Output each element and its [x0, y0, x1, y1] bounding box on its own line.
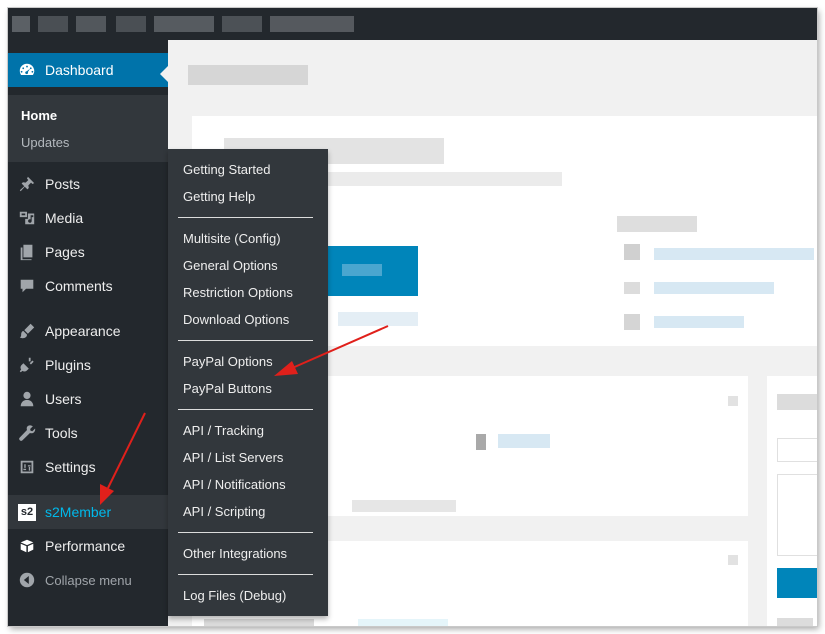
- flyout-item-download-options[interactable]: Download Options: [183, 312, 289, 327]
- dashboard-icon: [17, 60, 37, 80]
- admin-bar: [8, 8, 817, 40]
- menu-item-settings[interactable]: Settings: [8, 450, 168, 484]
- menu-label-tools: Tools: [45, 425, 78, 441]
- blurred-bar-item: [76, 16, 106, 32]
- flyout-item-general-options[interactable]: General Options: [183, 258, 278, 273]
- menu-label-performance: Performance: [45, 538, 126, 554]
- window-frame: Dashboard Home Updates Posts Media Pages…: [8, 8, 817, 626]
- s2member-icon: s2: [17, 502, 37, 522]
- menu-label-pages: Pages: [45, 244, 85, 260]
- collapse-menu-button[interactable]: Collapse menu: [8, 563, 168, 597]
- blurred-customize-button[interactable]: [322, 246, 418, 296]
- blurred-page-title: [188, 65, 308, 85]
- flyout-item-multisite-config[interactable]: Multisite (Config): [183, 231, 281, 246]
- blurred-date-text: [204, 619, 314, 626]
- menu-item-dashboard[interactable]: Dashboard: [8, 53, 168, 87]
- pages-icon: [17, 242, 37, 262]
- blurred-column-heading: [617, 216, 697, 232]
- blurred-content-input[interactable]: [777, 474, 817, 556]
- comments-icon: [17, 276, 37, 296]
- menu-label-settings: Settings: [45, 459, 96, 475]
- menu-item-users[interactable]: Users: [8, 382, 168, 416]
- dashboard-submenu: Home Updates: [8, 95, 168, 162]
- appearance-icon: [17, 321, 37, 341]
- flyout-separator: [178, 340, 313, 341]
- blurred-text: [352, 500, 456, 512]
- flyout-item-restriction-options[interactable]: Restriction Options: [183, 285, 293, 300]
- blurred-link[interactable]: [654, 316, 744, 328]
- blurred-link[interactable]: [654, 248, 814, 260]
- menu-label-dashboard: Dashboard: [45, 62, 114, 78]
- users-icon: [17, 389, 37, 409]
- flyout-item-api-notifications[interactable]: API / Notifications: [183, 477, 286, 492]
- flyout-item-other-integrations[interactable]: Other Integrations: [183, 546, 287, 561]
- blurred-icon: [476, 434, 486, 450]
- plugins-icon: [17, 355, 37, 375]
- menu-label-media: Media: [45, 210, 84, 226]
- performance-icon: [17, 536, 37, 556]
- flyout-item-getting-started[interactable]: Getting Started: [183, 162, 270, 177]
- blurred-icon: [624, 314, 640, 330]
- flyout-item-paypal-buttons[interactable]: PayPal Buttons: [183, 381, 272, 396]
- blurred-icon: [624, 282, 640, 294]
- s2member-icon-badge: s2: [18, 503, 36, 521]
- menu-item-posts[interactable]: Posts: [8, 167, 168, 201]
- blurred-bar-item: [222, 16, 262, 32]
- menu-label-collapse: Collapse menu: [45, 572, 132, 588]
- menu-label-users: Users: [45, 391, 82, 407]
- tools-icon: [17, 423, 37, 443]
- menu-item-media[interactable]: Media: [8, 201, 168, 235]
- blurred-link[interactable]: [498, 434, 550, 448]
- blurred-link[interactable]: [654, 282, 774, 294]
- flyout-item-paypal-options[interactable]: PayPal Options: [183, 354, 273, 369]
- blurred-bar-item: [116, 16, 146, 32]
- blurred-link[interactable]: [338, 312, 418, 326]
- flyout-item-api-tracking[interactable]: API / Tracking: [183, 423, 264, 438]
- menu-label-s2member: s2Member: [45, 504, 112, 520]
- flyout-item-api-list-servers[interactable]: API / List Servers: [183, 450, 283, 465]
- flyout-separator: [178, 532, 313, 533]
- blurred-icon: [624, 244, 640, 260]
- submenu-item-home[interactable]: Home: [21, 108, 57, 123]
- blurred-wp-logo: [12, 16, 30, 32]
- menu-label-appearance: Appearance: [45, 323, 121, 339]
- collapse-icon: [17, 570, 37, 590]
- blurred-post-link[interactable]: [358, 619, 448, 626]
- menu-item-appearance[interactable]: Appearance: [8, 314, 168, 348]
- blurred-bar-item: [154, 16, 214, 32]
- blurred-bar-item: [270, 16, 354, 32]
- blurred-title-input[interactable]: [777, 438, 817, 462]
- widget-quick-draft: [767, 376, 817, 626]
- flyout-separator: [178, 409, 313, 410]
- flyout-separator: [178, 217, 313, 218]
- blurred-widget-title: [777, 394, 817, 410]
- posts-icon: [17, 174, 37, 194]
- menu-item-performance[interactable]: Performance: [8, 529, 168, 563]
- submenu-item-updates[interactable]: Updates: [21, 135, 69, 150]
- menu-item-pages[interactable]: Pages: [8, 235, 168, 269]
- menu-item-plugins[interactable]: Plugins: [8, 348, 168, 382]
- menu-item-s2member[interactable]: s2 s2Member: [8, 495, 168, 529]
- current-menu-arrow: [160, 66, 168, 82]
- s2member-menu-arrow: [160, 506, 168, 522]
- flyout-separator: [178, 574, 313, 575]
- settings-icon: [17, 457, 37, 477]
- flyout-item-log-files[interactable]: Log Files (Debug): [183, 588, 286, 603]
- blurred-toggle[interactable]: [728, 396, 738, 406]
- media-icon: [17, 208, 37, 228]
- flyout-item-getting-help[interactable]: Getting Help: [183, 189, 255, 204]
- menu-item-comments[interactable]: Comments: [8, 269, 168, 303]
- menu-label-plugins: Plugins: [45, 357, 91, 373]
- blurred-toggle[interactable]: [728, 555, 738, 565]
- blurred-bar-item: [38, 16, 68, 32]
- menu-label-comments: Comments: [45, 278, 113, 294]
- s2member-flyout-menu: Getting Started Getting Help Multisite (…: [168, 149, 328, 616]
- menu-item-tools[interactable]: Tools: [8, 416, 168, 450]
- blurred-text: [777, 618, 813, 626]
- blurred-save-draft-button[interactable]: [777, 568, 817, 598]
- menu-label-posts: Posts: [45, 176, 81, 192]
- flyout-item-api-scripting[interactable]: API / Scripting: [183, 504, 265, 519]
